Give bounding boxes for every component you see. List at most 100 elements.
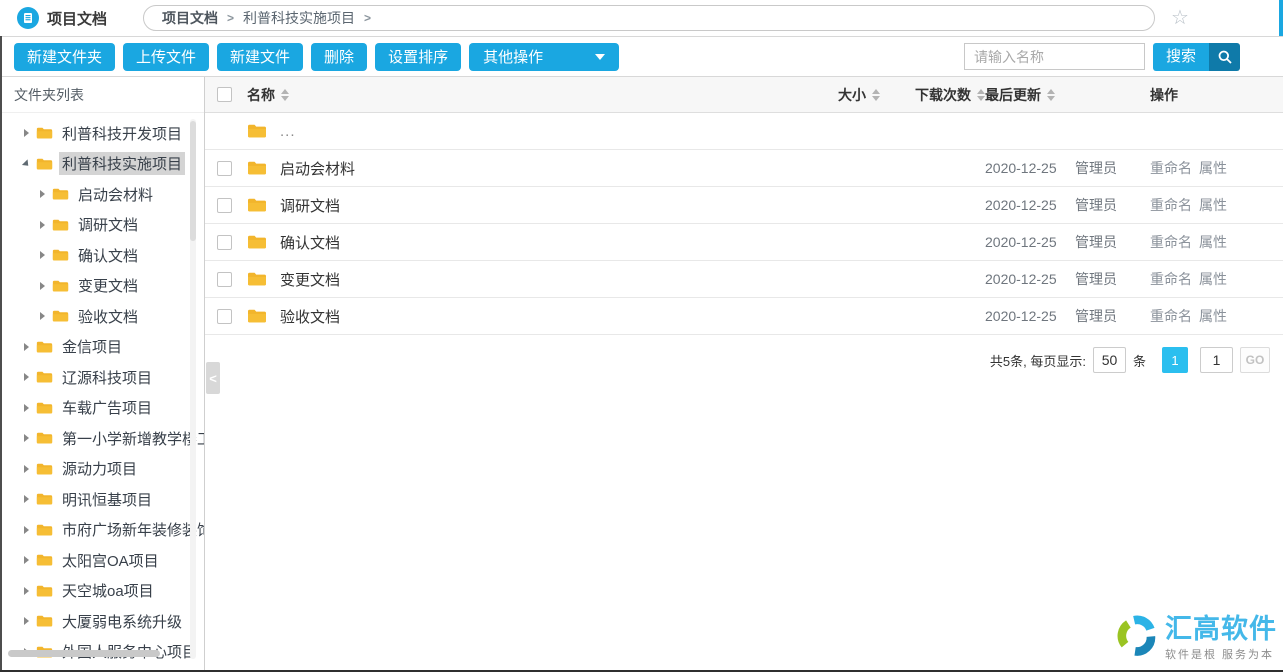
properties-link[interactable]: 属性: [1199, 158, 1227, 178]
properties-link[interactable]: 属性: [1199, 306, 1227, 326]
caret-collapsed-icon[interactable]: [24, 343, 29, 351]
sort-icon[interactable]: [1047, 89, 1055, 101]
tree-item[interactable]: 明讯恒基项目: [0, 484, 204, 515]
row-checkbox[interactable]: [217, 272, 232, 287]
tree-item-label[interactable]: 辽源科技项目: [59, 366, 155, 389]
tree-item-label[interactable]: 确认文档: [75, 244, 141, 267]
caret-collapsed-icon[interactable]: [40, 312, 45, 320]
tree-item-label[interactable]: 源动力项目: [59, 457, 140, 480]
go-button[interactable]: GO: [1240, 347, 1270, 373]
sidebar-collapse-handle[interactable]: <: [206, 362, 220, 394]
caret-collapsed-icon[interactable]: [24, 526, 29, 534]
tree-item[interactable]: 车载广告项目: [0, 393, 204, 424]
tree-item-label[interactable]: 金信项目: [59, 335, 125, 358]
tree-item[interactable]: 天空城oa项目: [0, 576, 204, 607]
properties-link[interactable]: 属性: [1199, 232, 1227, 252]
tree-item[interactable]: 辽源科技项目: [0, 362, 204, 393]
tree-item[interactable]: 源动力项目: [0, 454, 204, 485]
select-all-checkbox[interactable]: [217, 87, 232, 102]
tree-item[interactable]: 利普科技实施项目: [0, 149, 204, 180]
favorite-star-icon[interactable]: ☆: [1171, 8, 1189, 28]
tree-item[interactable]: 确认文档: [0, 240, 204, 271]
toolbar-button-1[interactable]: 新建文件夹: [14, 43, 115, 71]
tree-item[interactable]: 第一小学新增教学楼工程: [0, 423, 204, 454]
sidebar-horizontal-scrollbar-thumb[interactable]: [8, 650, 160, 657]
page-size-input[interactable]: [1093, 347, 1126, 373]
tree-item-label[interactable]: 车载广告项目: [59, 396, 155, 419]
sort-icon[interactable]: [872, 89, 880, 101]
column-header-downloads[interactable]: 下载次数: [880, 85, 985, 105]
breadcrumb-item[interactable]: 利普科技实施项目: [243, 8, 355, 28]
row-checkbox[interactable]: [217, 161, 232, 176]
tree-item-label[interactable]: 启动会材料: [75, 183, 156, 206]
rename-link[interactable]: 重命名: [1150, 158, 1192, 178]
tree-item-label[interactable]: 第一小学新增教学楼工程: [59, 427, 205, 450]
folder-name-cell[interactable]: 确认文档: [247, 232, 716, 253]
more-actions-dropdown[interactable]: 其他操作: [469, 43, 619, 71]
caret-collapsed-icon[interactable]: [24, 617, 29, 625]
caret-expanded-icon[interactable]: [22, 159, 31, 168]
caret-collapsed-icon[interactable]: [24, 373, 29, 381]
page-number-input[interactable]: [1200, 347, 1233, 373]
row-checkbox[interactable]: [217, 309, 232, 324]
caret-collapsed-icon[interactable]: [24, 556, 29, 564]
table-row[interactable]: 验收文档2020-12-25管理员重命名属性: [205, 298, 1283, 335]
caret-collapsed-icon[interactable]: [24, 465, 29, 473]
tree-item-label[interactable]: 大厦弱电系统升级: [59, 610, 185, 633]
sidebar-vertical-scrollbar-thumb[interactable]: [190, 121, 196, 241]
page-button-1[interactable]: 1: [1162, 347, 1188, 373]
tree-item-label[interactable]: 市府广场新年装修装饰项目: [59, 518, 205, 541]
column-header-name[interactable]: 名称: [247, 85, 716, 105]
breadcrumb-item[interactable]: 项目文档: [162, 8, 218, 28]
tree-item[interactable]: 验收文档: [0, 301, 204, 332]
tree-item[interactable]: 金信项目: [0, 332, 204, 363]
tree-item[interactable]: 变更文档: [0, 271, 204, 302]
column-header-updated[interactable]: 最后更新: [985, 85, 1068, 105]
tree-item-label[interactable]: 利普科技开发项目: [59, 122, 185, 145]
rename-link[interactable]: 重命名: [1150, 269, 1192, 289]
folder-name-cell[interactable]: 验收文档: [247, 306, 716, 327]
tree-item-label[interactable]: 明讯恒基项目: [59, 488, 155, 511]
rename-link[interactable]: 重命名: [1150, 195, 1192, 215]
row-checkbox[interactable]: [217, 198, 232, 213]
tree-item[interactable]: 太阳宫OA项目: [0, 545, 204, 576]
parent-folder-cell[interactable]: ...: [247, 123, 716, 140]
tree-item-label[interactable]: 验收文档: [75, 305, 141, 328]
tree-item[interactable]: 市府广场新年装修装饰项目: [0, 515, 204, 546]
toolbar-button-4[interactable]: 删除: [311, 43, 367, 71]
column-header-size[interactable]: 大小: [716, 85, 880, 105]
search-input[interactable]: [964, 43, 1145, 70]
properties-link[interactable]: 属性: [1199, 269, 1227, 289]
tree-item-label[interactable]: 天空城oa项目: [59, 579, 157, 602]
caret-collapsed-icon[interactable]: [40, 251, 45, 259]
sort-icon[interactable]: [281, 89, 289, 101]
search-button[interactable]: 搜索: [1153, 43, 1240, 71]
folder-name-cell[interactable]: 调研文档: [247, 195, 716, 216]
tree-item[interactable]: 大厦弱电系统升级: [0, 606, 204, 637]
caret-collapsed-icon[interactable]: [40, 190, 45, 198]
tree-item[interactable]: 调研文档: [0, 210, 204, 241]
table-row[interactable]: 确认文档2020-12-25管理员重命名属性: [205, 224, 1283, 261]
caret-collapsed-icon[interactable]: [24, 495, 29, 503]
table-row[interactable]: 调研文档2020-12-25管理员重命名属性: [205, 187, 1283, 224]
rename-link[interactable]: 重命名: [1150, 232, 1192, 252]
tree-item[interactable]: 启动会材料: [0, 179, 204, 210]
tree-item-label[interactable]: 调研文档: [75, 213, 141, 236]
caret-collapsed-icon[interactable]: [40, 221, 45, 229]
toolbar-button-5[interactable]: 设置排序: [375, 43, 461, 71]
table-row[interactable]: 启动会材料2020-12-25管理员重命名属性: [205, 150, 1283, 187]
parent-folder-row[interactable]: ...: [205, 113, 1283, 150]
properties-link[interactable]: 属性: [1199, 195, 1227, 215]
table-row[interactable]: 变更文档2020-12-25管理员重命名属性: [205, 261, 1283, 298]
caret-collapsed-icon[interactable]: [24, 587, 29, 595]
caret-collapsed-icon[interactable]: [24, 129, 29, 137]
toolbar-button-2[interactable]: 上传文件: [123, 43, 209, 71]
sort-icon[interactable]: [977, 89, 985, 101]
tree-item-label[interactable]: 利普科技实施项目: [59, 152, 185, 175]
folder-name-cell[interactable]: 变更文档: [247, 269, 716, 290]
toolbar-button-3[interactable]: 新建文件: [217, 43, 303, 71]
caret-collapsed-icon[interactable]: [24, 434, 29, 442]
caret-collapsed-icon[interactable]: [24, 404, 29, 412]
rename-link[interactable]: 重命名: [1150, 306, 1192, 326]
tree-item-label[interactable]: 太阳宫OA项目: [59, 549, 162, 572]
